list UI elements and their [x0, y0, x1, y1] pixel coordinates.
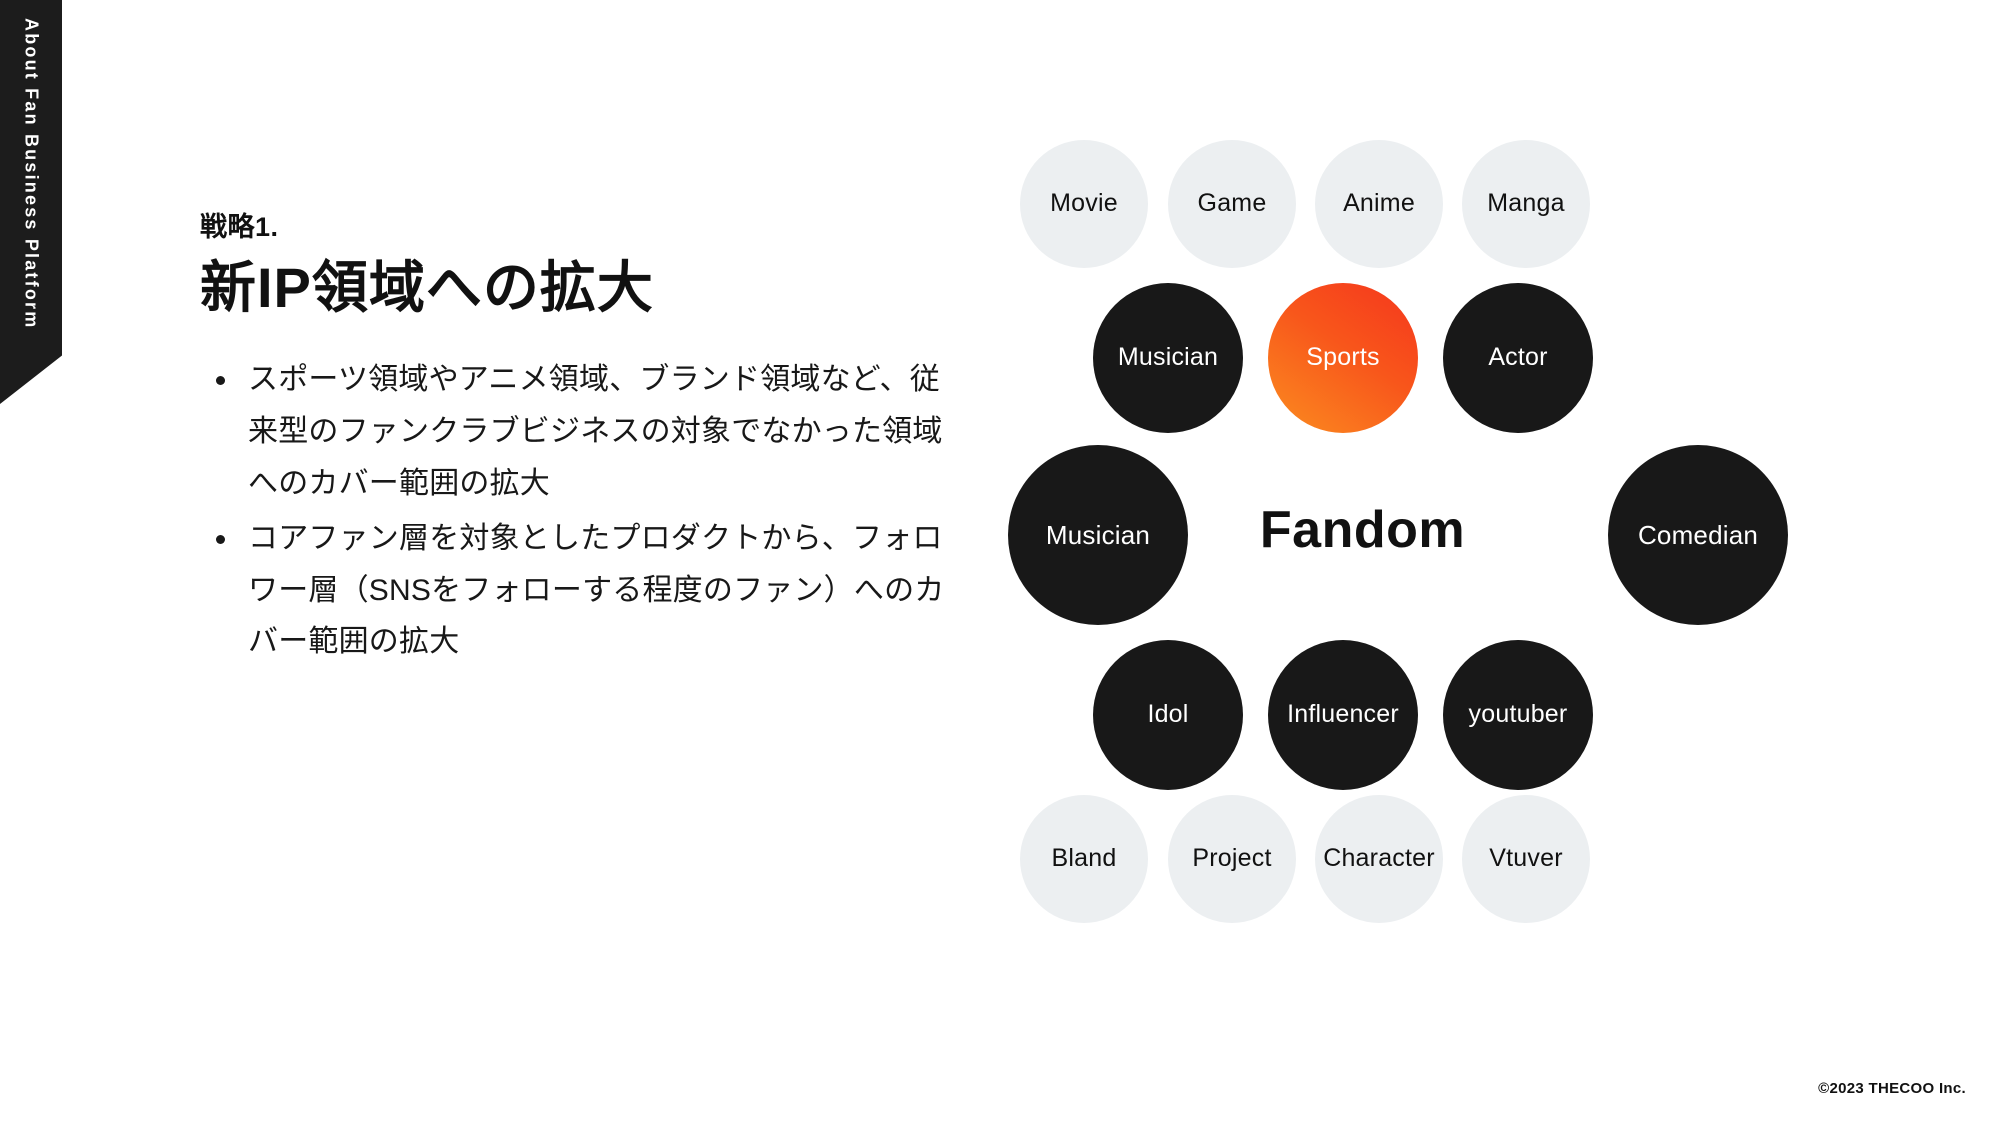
bubble-idol: Idol	[1093, 640, 1243, 790]
fandom-diagram: Movie Game Anime Manga Musician Sports Actor Mu…	[1008, 140, 1840, 930]
bubble-movie: Movie	[1020, 140, 1148, 268]
side-tab-label: About Fan Business Platform	[21, 18, 42, 330]
diagram-center-label: Fandom	[1259, 501, 1466, 559]
bubble-anime: Anime	[1315, 140, 1443, 268]
bubble-youtuber: youtuber	[1443, 640, 1593, 790]
bubble-vtuver: Vtuver	[1462, 795, 1590, 923]
bubble-character: Character	[1315, 795, 1443, 923]
bubble-actor: Actor	[1443, 283, 1593, 433]
bubble-musician: Musician	[1093, 283, 1243, 433]
copyright-notice: ©2023 THECOO Inc.	[1818, 1080, 1966, 1097]
bubble-bland: Bland	[1020, 795, 1148, 923]
bubble-musician: Musician	[1008, 445, 1188, 625]
page-title: 新IP領域への拡大	[200, 256, 654, 319]
eyebrow-label: 戦略1.	[200, 212, 279, 242]
side-tab: About Fan Business Platform	[0, 0, 62, 404]
bullet-list: スポーツ領域やアニメ領域、ブランド領域など、従来型のファンクラブビジネスの対象で…	[200, 354, 960, 668]
bullet-item: コアファン層を対象としたプロダクトから、フォロワー層（SNSをフォローする程度の…	[200, 513, 960, 668]
bubble-manga: Manga	[1462, 140, 1590, 268]
bubble-game: Game	[1168, 140, 1296, 268]
bubble-influencer: Influencer	[1268, 640, 1418, 790]
bullet-item: スポーツ領域やアニメ領域、ブランド領域など、従来型のファンクラブビジネスの対象で…	[200, 354, 960, 509]
bubble-project: Project	[1168, 795, 1296, 923]
content-column: 戦略1. 新IP領域への拡大 スポーツ領域やアニメ領域、ブランド領域など、従来型…	[200, 205, 960, 672]
bubble-comedian: Comedian	[1608, 445, 1788, 625]
bubble-sports: Sports	[1268, 283, 1418, 433]
